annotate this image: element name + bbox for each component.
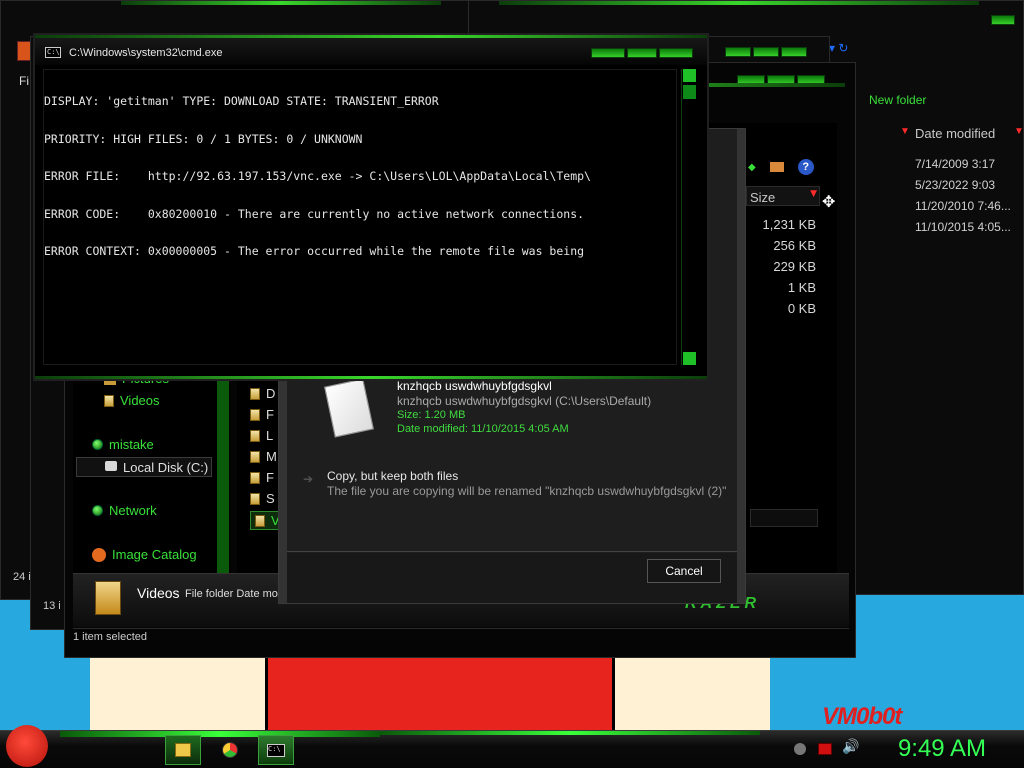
keep-both-option[interactable]: ➔ Copy, but keep both files The file you… (303, 469, 726, 515)
details-info: File folder Date mod (185, 588, 285, 600)
date-cell: 5/23/2022 9:03 (915, 178, 996, 192)
nav-item-videos[interactable]: Videos (104, 393, 160, 408)
cmd-line: DISPLAY: 'getitman' TYPE: DOWNLOAD STATE… (44, 94, 439, 108)
window-controls[interactable] (725, 47, 807, 57)
file-name: knzhqcb uswdwhuybfgdsgkvl (397, 379, 552, 393)
mouse-cursor-icon: ✥ (822, 192, 836, 211)
folder-icon (95, 581, 121, 615)
homegroup-icon (92, 439, 103, 450)
action-center-icon[interactable] (794, 743, 806, 755)
cmd-line: ERROR CONTEXT: 0x00000005 - The error oc… (44, 244, 585, 258)
size-cell: 0 KB (787, 301, 816, 316)
taskbar-chrome[interactable] (212, 735, 248, 765)
column-date-modified[interactable]: Date modified (915, 126, 995, 141)
list-item[interactable]: M (250, 449, 277, 464)
catalog-icon (92, 547, 106, 562)
folder-icon (250, 429, 260, 442)
list-item[interactable]: D (250, 386, 275, 401)
sort-arrow-icon[interactable]: ▼ (810, 189, 817, 199)
nav-item-local-disk[interactable]: Local Disk (C:) (76, 457, 212, 477)
list-item[interactable]: F (250, 407, 274, 422)
file-size: Size: 1.20 MB (397, 409, 466, 421)
column-size-header[interactable]: Size ▼ (746, 186, 820, 206)
window-controls[interactable] (991, 15, 1015, 25)
date-cell: 11/20/2010 7:46... (915, 199, 1011, 213)
desktop-drawing-red (265, 650, 615, 740)
cmd-title-bar[interactable]: C:\ C:\Windows\system32\cmd.exe (35, 35, 707, 65)
status-text-back-1: 24 i (13, 571, 31, 583)
scroll-up-icon[interactable] (683, 69, 696, 82)
taskbar: C:\ 🔊 9:49 AM (0, 725, 1024, 768)
list-item[interactable]: L (250, 428, 273, 443)
cancel-button[interactable]: Cancel (647, 559, 721, 583)
option-title: Copy, but keep both files (327, 469, 459, 483)
maximize-button[interactable] (627, 48, 657, 58)
taskbar-explorer[interactable] (165, 735, 201, 765)
file-date: Date modified: 11/10/2015 4:05 AM (397, 423, 569, 435)
folder-icon (250, 450, 260, 463)
folder-icon (250, 387, 260, 400)
window-controls[interactable] (591, 48, 693, 58)
drive-icon (105, 461, 117, 471)
option-description: The file you are copying will be renamed… (327, 484, 727, 498)
cmd-line: ERROR CODE: 0x80200010 - There are curre… (44, 206, 585, 221)
cmd-window[interactable]: C:\ C:\Windows\system32\cmd.exe DISPLAY:… (33, 33, 709, 381)
network-icon (92, 505, 103, 516)
taskbar-cmd[interactable]: C:\ (258, 735, 294, 765)
horizontal-scrollbar[interactable] (750, 509, 818, 527)
folder-icon (250, 492, 260, 505)
cmd-icon: C:\ (267, 743, 285, 757)
cmd-line: ERROR FILE: http://92.63.197.153/vnc.exe… (44, 169, 591, 183)
explorer-toolbar: ◆ ? (748, 156, 844, 178)
file-icon (324, 378, 374, 438)
size-cell: 229 KB (773, 259, 816, 274)
scroll-thumb[interactable] (683, 85, 696, 99)
cmd-line: PRIORITY: HIGH FILES: 0 / 1 BYTES: 0 / U… (44, 131, 363, 146)
view-icon[interactable]: ◆ (748, 162, 756, 173)
folder-icon (250, 408, 260, 421)
arrow-icon: ➔ (303, 472, 314, 486)
preview-pane-icon[interactable] (769, 162, 784, 172)
refresh-icon[interactable]: ▾ ↻ (829, 41, 848, 55)
sort-arrow-icon[interactable]: ▼ (900, 126, 910, 137)
volume-icon[interactable]: 🔊 (842, 739, 859, 755)
help-icon[interactable]: ? (797, 159, 814, 175)
nav-item-image-catalog[interactable]: Image Catalog (92, 547, 197, 562)
details-name: Videos (137, 585, 180, 601)
cmd-output[interactable]: DISPLAY: 'getitman' TYPE: DOWNLOAD STATE… (43, 69, 677, 365)
sort-arrow-icon[interactable]: ▼ (1014, 126, 1024, 137)
list-item[interactable]: S (250, 491, 275, 506)
videos-icon (104, 394, 114, 407)
folder-icon (255, 514, 265, 527)
folder-icon (250, 471, 260, 484)
size-cell: 1,231 KB (762, 217, 817, 232)
nav-item-network[interactable]: Network (92, 503, 157, 518)
size-cell: 1 KB (787, 280, 816, 295)
list-item[interactable]: F (250, 470, 274, 485)
date-cell: 11/10/2015 4:05... (915, 220, 1011, 234)
chrome-icon (222, 742, 238, 758)
close-button[interactable] (659, 48, 693, 58)
clock[interactable]: 9:49 AM (898, 735, 986, 763)
status-bar: 1 item selected (73, 631, 147, 643)
status-text-back-3: 13 i (43, 600, 61, 612)
date-cell: 7/14/2009 3:17 (915, 157, 996, 171)
desktop-watermark: VM0b0t (822, 703, 902, 730)
file-path: knzhqcb uswdwhuybfgdsgkvl (C:\Users\Defa… (397, 394, 652, 408)
menu-file[interactable]: Fi (19, 74, 29, 88)
minimize-button[interactable] (591, 48, 625, 58)
cmd-icon: C:\ (45, 47, 61, 58)
size-cell: 256 KB (773, 238, 816, 253)
network-tray-icon[interactable] (818, 743, 832, 755)
start-button-icon[interactable] (6, 725, 48, 767)
nav-item-mistake[interactable]: mistake (92, 437, 154, 452)
scroll-down-icon[interactable] (683, 352, 696, 365)
explorer-icon (175, 743, 191, 757)
cmd-title: C:\Windows\system32\cmd.exe (69, 47, 223, 59)
cmd-scrollbar[interactable] (681, 69, 697, 365)
new-folder-button[interactable]: New folder (869, 93, 926, 107)
